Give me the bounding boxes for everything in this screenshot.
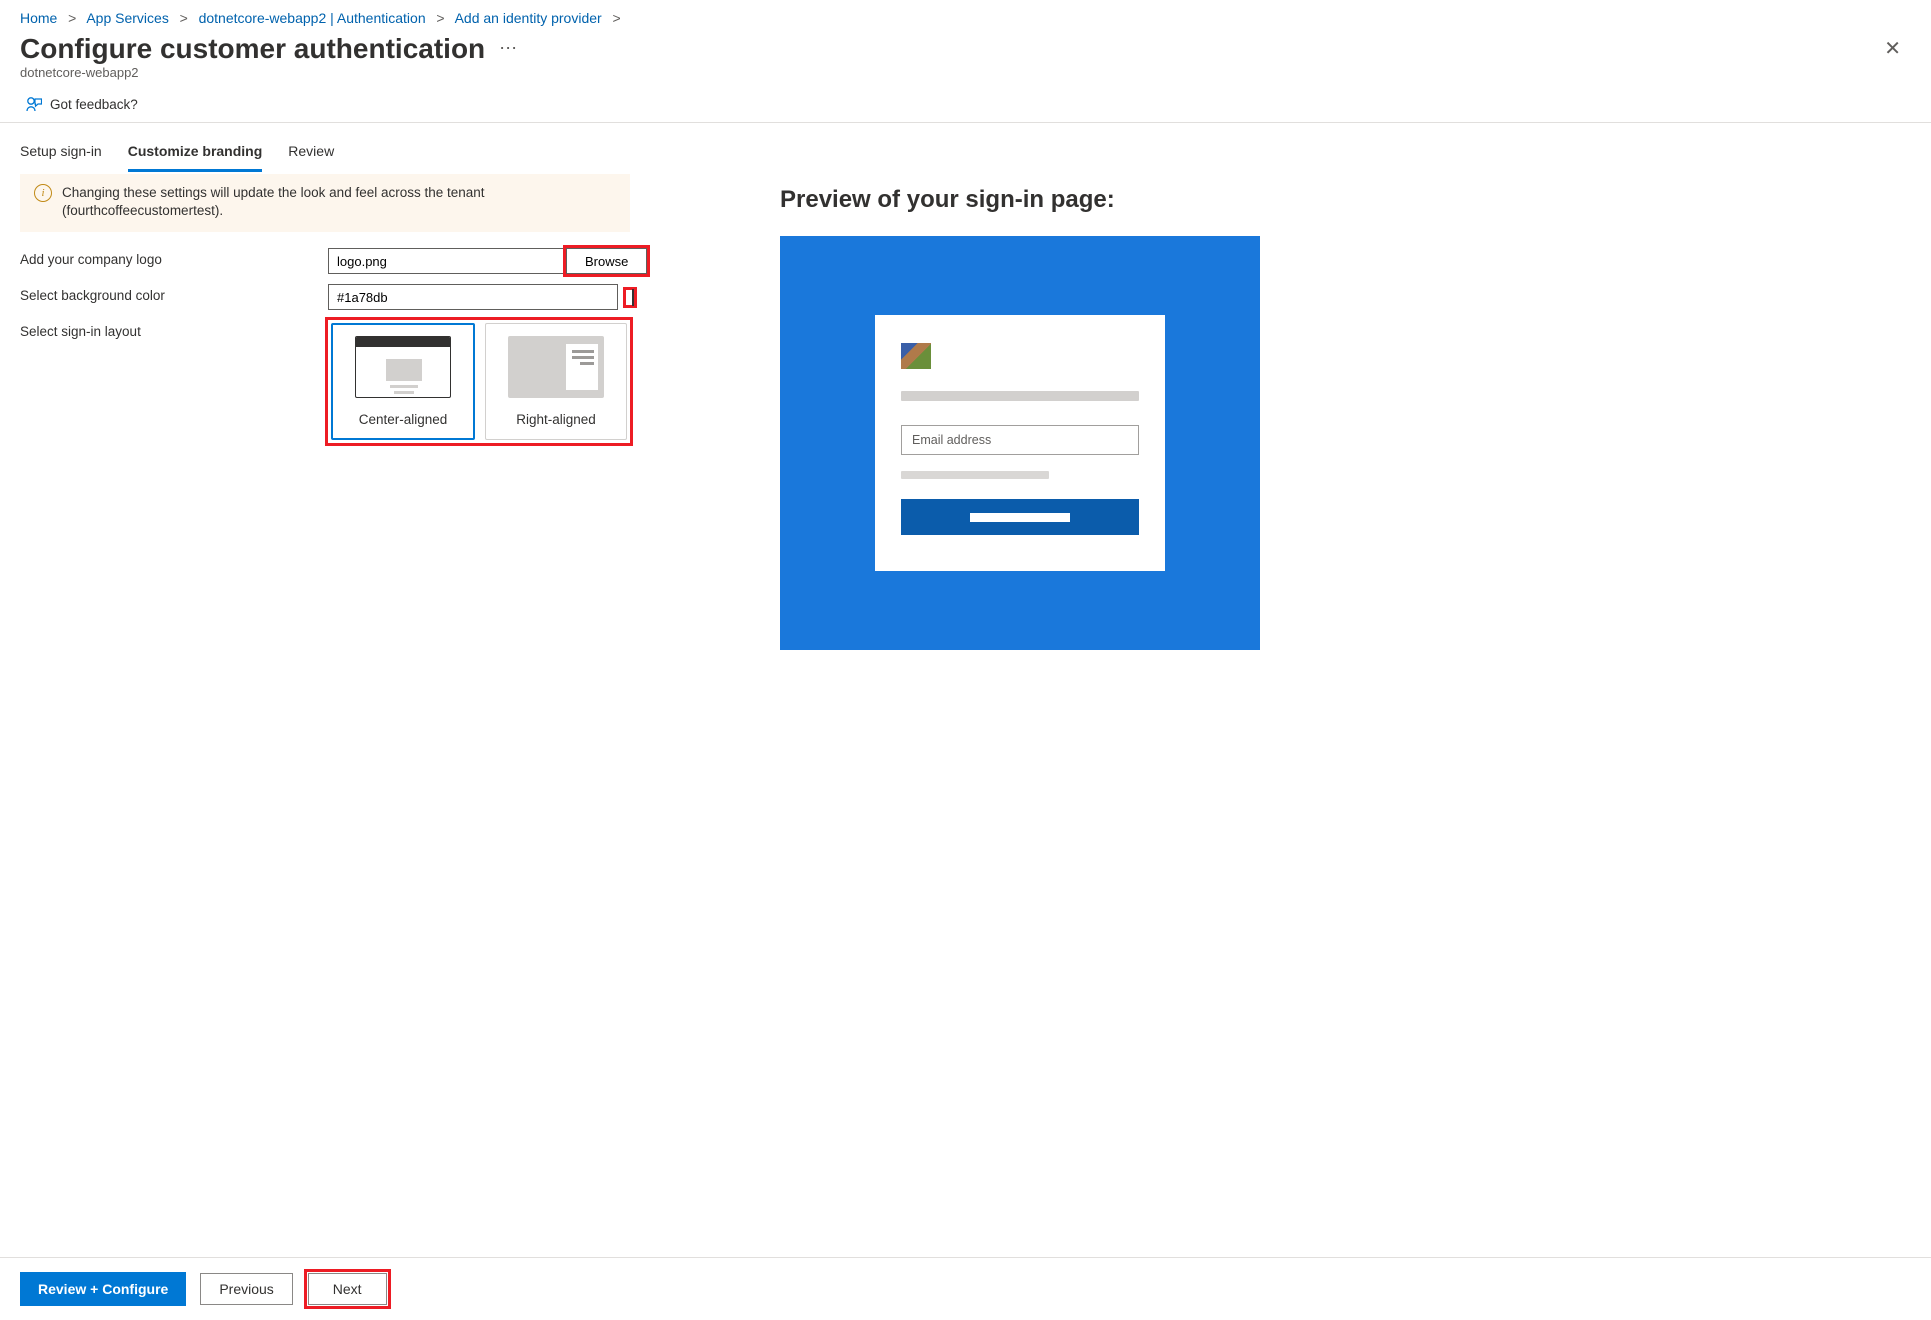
layout-thumb-center-icon (355, 336, 451, 398)
layout-option-center[interactable]: Center-aligned (331, 323, 475, 440)
feedback-label: Got feedback? (50, 97, 138, 112)
action-bar: Review + Configure Previous Next (0, 1257, 1931, 1320)
tab-setup-signin[interactable]: Setup sign-in (20, 133, 102, 172)
preview-logo-icon (901, 343, 931, 369)
preview-button-label-placeholder (970, 513, 1070, 522)
breadcrumb-app-auth[interactable]: dotnetcore-webapp2 | Authentication (199, 10, 426, 26)
tab-review[interactable]: Review (288, 133, 334, 172)
bgcolor-input[interactable] (328, 284, 618, 310)
bgcolor-swatch[interactable] (632, 289, 634, 306)
layout-option-right[interactable]: Right-aligned (485, 323, 627, 440)
layout-thumb-right-icon (508, 336, 604, 398)
more-actions-icon[interactable]: ⋯ (499, 38, 517, 59)
preview-canvas: Email address (780, 236, 1260, 650)
logo-filename-input[interactable] (328, 248, 566, 274)
chevron-right-icon: > (609, 10, 621, 26)
breadcrumb-add-identity-provider[interactable]: Add an identity provider (455, 10, 602, 26)
previous-button[interactable]: Previous (200, 1273, 292, 1305)
layout-option-right-label: Right-aligned (486, 412, 626, 427)
bgcolor-label: Select background color (20, 284, 328, 303)
preview-heading: Preview of your sign-in page: (780, 186, 1260, 214)
feedback-icon (26, 96, 42, 112)
chevron-right-icon: > (433, 10, 449, 26)
review-configure-button[interactable]: Review + Configure (20, 1272, 186, 1306)
page-title: Configure customer authentication (20, 33, 485, 65)
info-icon: i (34, 184, 52, 202)
chevron-right-icon: > (64, 10, 80, 26)
logo-label: Add your company logo (20, 248, 328, 267)
tab-bar: Setup sign-in Customize branding Review (0, 133, 1931, 172)
info-text: Changing these settings will update the … (62, 184, 616, 220)
info-banner: i Changing these settings will update th… (20, 174, 630, 232)
layout-label: Select sign-in layout (20, 320, 328, 339)
close-icon[interactable]: ✕ (1874, 32, 1911, 65)
preview-submit-button (901, 499, 1139, 535)
chevron-right-icon: > (176, 10, 192, 26)
page-subtitle: dotnetcore-webapp2 (0, 65, 1931, 88)
breadcrumb: Home > App Services > dotnetcore-webapp2… (0, 0, 1931, 30)
breadcrumb-home[interactable]: Home (20, 10, 57, 26)
tab-customize-branding[interactable]: Customize branding (128, 133, 263, 172)
preview-signin-card: Email address (875, 315, 1165, 571)
breadcrumb-app-services[interactable]: App Services (86, 10, 168, 26)
preview-placeholder-bar (901, 391, 1139, 401)
preview-email-input: Email address (901, 425, 1139, 455)
preview-placeholder-bar (901, 471, 1049, 479)
next-button[interactable]: Next (308, 1273, 387, 1305)
layout-option-center-label: Center-aligned (333, 412, 473, 427)
browse-button[interactable]: Browse (566, 248, 647, 274)
feedback-link[interactable]: Got feedback? (0, 88, 1931, 123)
